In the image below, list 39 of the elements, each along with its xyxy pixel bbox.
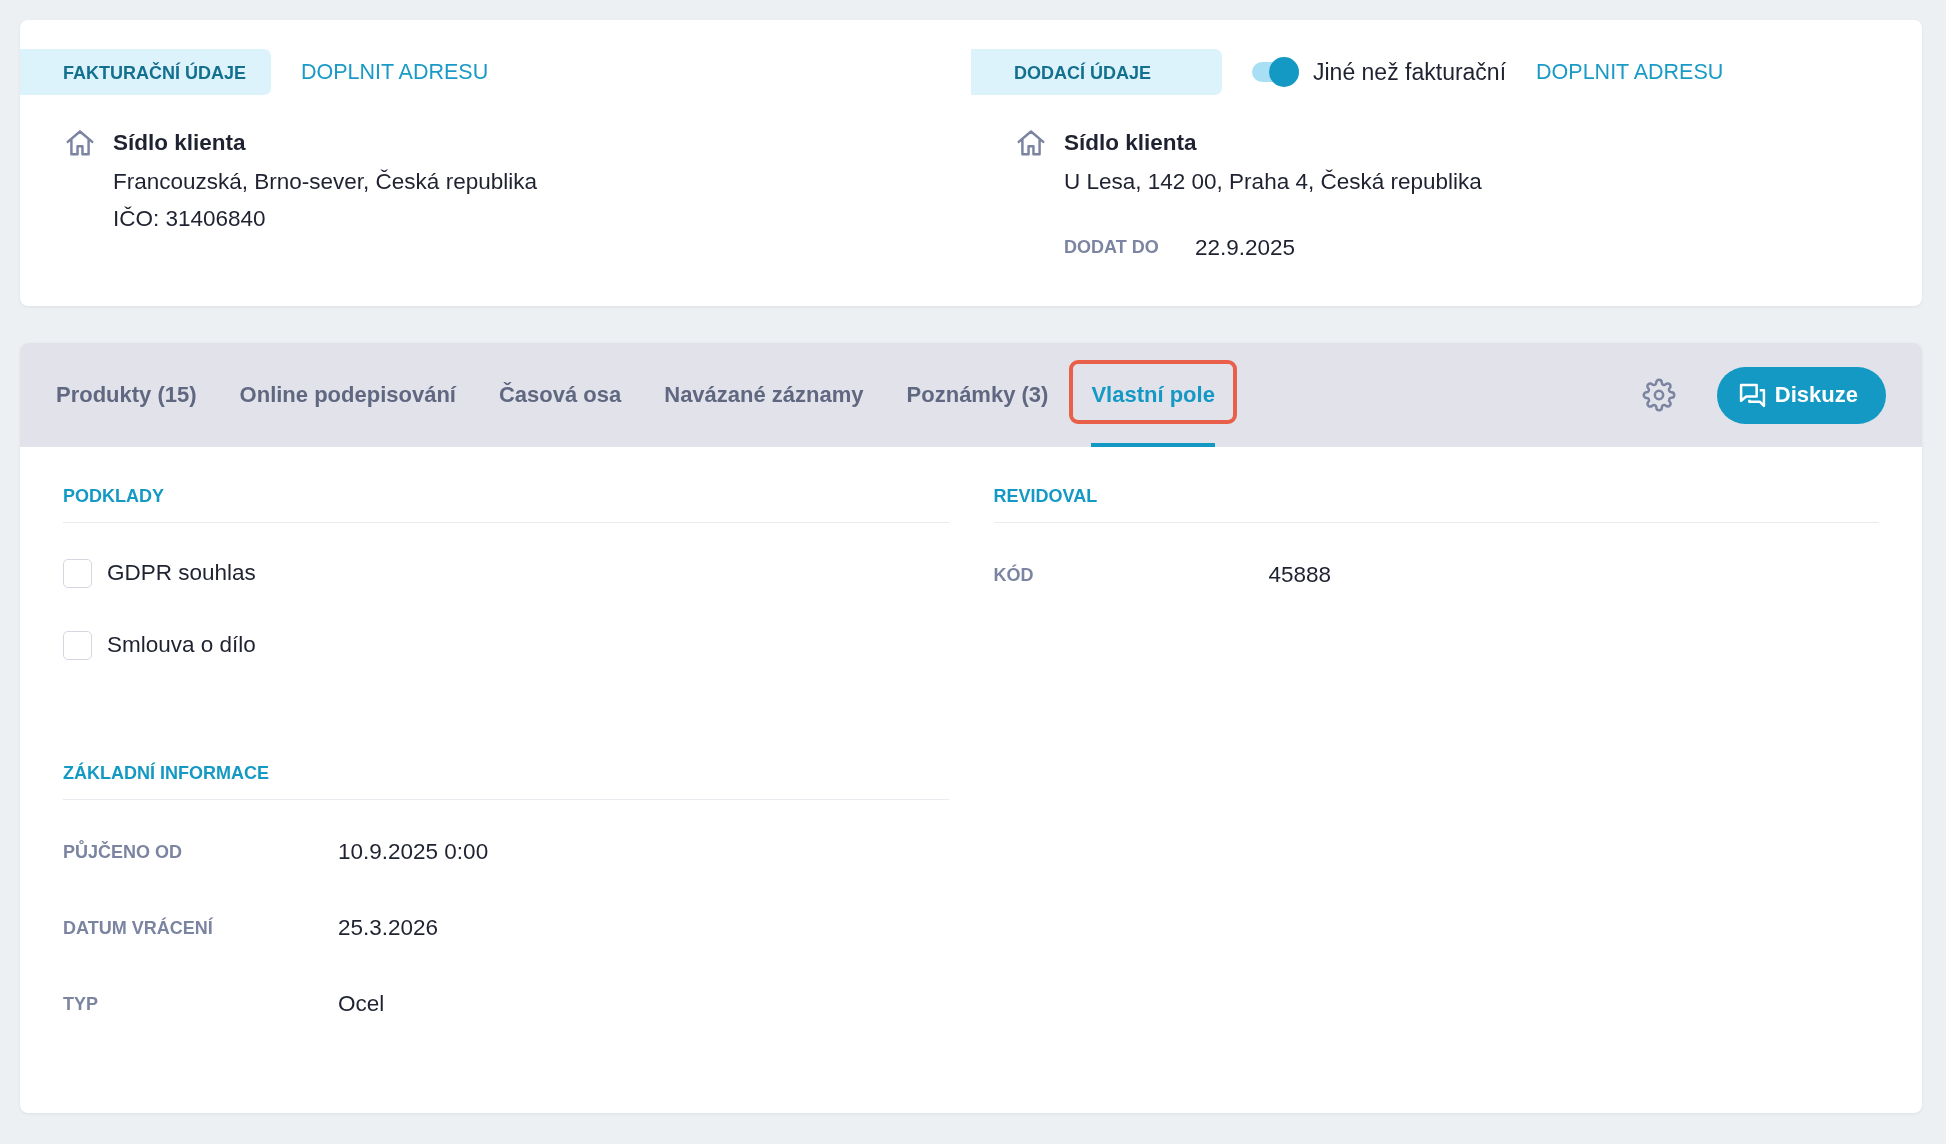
tab[interactable]: Produkty (15) (56, 343, 197, 447)
home-icon (1016, 129, 1046, 156)
section-heading: ZÁKLADNÍ INFORMACE (63, 760, 949, 800)
field-label: KÓD (993, 564, 1035, 586)
checkbox[interactable] (63, 630, 92, 660)
field-value: 10.9.2025 0:00 (338, 839, 489, 865)
field-label: DATUM VRÁCENÍ (63, 917, 214, 939)
checkbox[interactable] (63, 558, 92, 588)
home-icon (65, 129, 95, 156)
field-value: 22.9.2025 (1195, 234, 1296, 261)
address-line: U Lesa, 142 00, Praha 4, Česká republika (1064, 168, 1482, 196)
address-title: Sídlo klienta (113, 129, 247, 157)
address-line: Francouzská, Brno-sever, Česká republika (113, 168, 537, 196)
field-value: 45888 (1268, 562, 1332, 588)
chat-bubbles-icon (1738, 382, 1766, 408)
field-label: TYP (63, 993, 99, 1015)
field-value: Ocel (338, 991, 385, 1017)
section-label: FAKTURAČNÍ ÚDAJE (20, 49, 271, 95)
field-label: DODAT DO (1064, 237, 1160, 258)
address-line: IČO: 31406840 (113, 205, 267, 233)
field-value: 25.3.2026 (338, 915, 439, 941)
tab[interactable]: Časová osa (498, 343, 622, 447)
tab[interactable]: Online podepisování (239, 343, 456, 447)
add-address-link[interactable]: DOPLNIT ADRESU (1536, 59, 1724, 85)
discussion-button[interactable]: Diskuze (1716, 366, 1886, 424)
checkbox-label: GDPR souhlas (107, 560, 256, 586)
toggle-label: Jiné než fakturační (1313, 58, 1507, 86)
add-address-link[interactable]: DOPLNIT ADRESU (301, 59, 489, 85)
tab[interactable]: Navázané záznamy (664, 343, 864, 447)
section-label: DODACÍ ÚDAJE (971, 49, 1222, 95)
settings-icon[interactable] (1640, 377, 1677, 413)
address-title: Sídlo klienta (1064, 129, 1198, 157)
checkbox-label: Smlouva o dílo (107, 632, 256, 658)
section-heading: REVIDOVAL (993, 483, 1879, 523)
section-heading: PODKLADY (63, 483, 949, 523)
tab[interactable]: Vlastní pole (1091, 343, 1215, 447)
tab[interactable]: Poznámky (3) (906, 343, 1049, 447)
field-label: PŮJČENO OD (63, 841, 184, 863)
toggle-switch[interactable] (1252, 57, 1299, 87)
